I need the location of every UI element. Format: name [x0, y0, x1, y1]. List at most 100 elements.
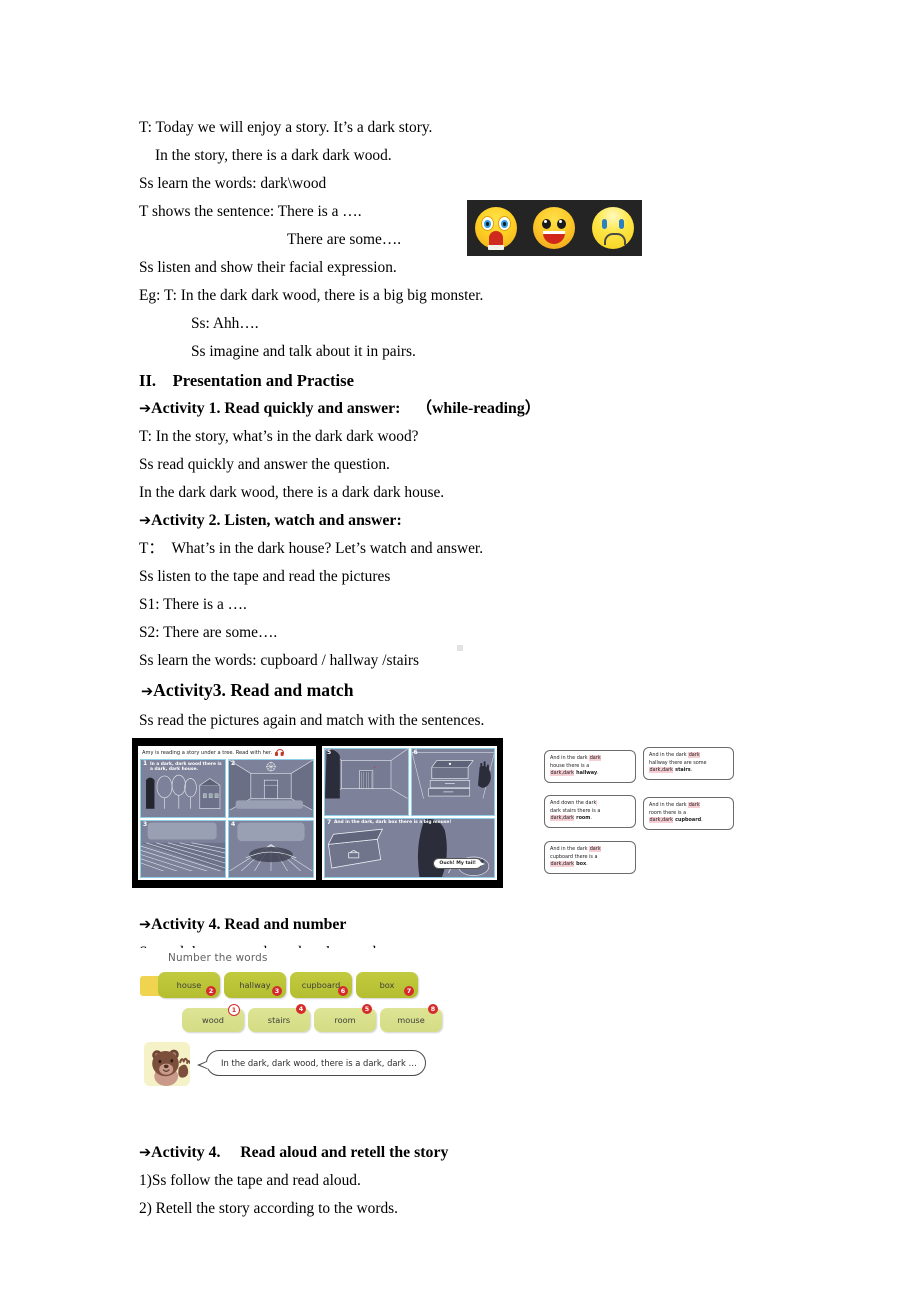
word-chip-label: house [176, 980, 202, 990]
highlight-word: dark,dark [550, 861, 575, 868]
word-chip-number: 5 [362, 1004, 372, 1014]
panel-art [229, 820, 313, 871]
highlight-word [596, 800, 598, 806]
eye-left [542, 219, 552, 229]
word-chip: box 7 [356, 972, 418, 998]
text-line: Ss imagine and talk about it in pairs. [191, 343, 416, 360]
activity-2-title: Activity 2. Listen, watch and answer: [151, 512, 402, 529]
text-line: Ss listen to the tape and read the pictu… [139, 568, 391, 585]
card-text-part: dark stairs there is a [550, 807, 601, 814]
word-chip-number: 7 [404, 986, 414, 996]
card-text-part: And in the dark [550, 846, 590, 852]
sentence-card-2: And in the dark dark hallway there are s… [643, 747, 734, 780]
bear-icon [152, 1049, 190, 1086]
word-chip-label: hallway [239, 980, 271, 990]
text-line: Ss learn the words: cupboard / hallway /… [139, 652, 419, 669]
card-text-part: . [701, 817, 703, 824]
comic-panel-2: 2 [228, 759, 314, 818]
number-the-words-image: Number the words house 2 hallway 3 cupboar… [140, 948, 442, 1091]
section-heading: II. Presentation and Practise [139, 371, 354, 390]
eye-right [498, 216, 512, 231]
card-text-part: room there is a [649, 809, 687, 816]
text-line: T: In the story, what’s in the dark dark… [139, 428, 419, 445]
eye-left [601, 219, 607, 229]
comic-right-page: 5 6 7 And in the dark, dark box there is… [322, 746, 497, 880]
sentence-card-1: And in the dark dark house there is a da… [544, 750, 636, 783]
panel-number: 4 [231, 820, 236, 828]
text-line: In the story, there is a dark dark wood. [155, 147, 392, 164]
highlight-word: dark,dark [649, 817, 674, 824]
screaming-face-icon [475, 207, 518, 250]
panel-art [229, 760, 313, 811]
word-chip: mouse 8 [380, 1004, 442, 1032]
comic-panel-3: 3 [140, 819, 226, 878]
highlight-word: dark,dark [649, 767, 674, 774]
sentence-card-3: And down the dark dark stairs there is a… [544, 795, 636, 828]
word-chip-label: stairs [267, 1015, 291, 1025]
card-keyword: cupboard [673, 817, 702, 824]
sentence-card-5: And in the dark dark cupboard there is a… [544, 841, 636, 874]
word-chip-label: mouse [397, 1015, 425, 1025]
word-chip: house 2 [158, 972, 220, 998]
card-text-part: And down the dark [550, 800, 597, 806]
word-chip-number: 3 [272, 986, 282, 996]
bear-speech-area: In the dark, dark wood, there is a dark,… [144, 1040, 434, 1088]
word-chip-label: box [379, 980, 395, 990]
panel-number: 2 [231, 760, 236, 767]
activity-4b-heading: ➔Activity 4. Read aloud and retell the s… [139, 1139, 759, 1167]
document-page: T: Today we will enjoy a story. It’s a d… [0, 0, 920, 1302]
comic-panel-4: 4 [228, 819, 314, 878]
card-text-part: cupboard there is a [550, 853, 598, 860]
comic-left-page: Amy is reading a story under a tree. Rea… [138, 746, 316, 880]
highlight-word: dark,dark [550, 770, 575, 777]
panel-number: 3 [143, 820, 148, 828]
word-chip-number: 2 [206, 986, 216, 996]
word-chip-number: 4 [296, 1004, 306, 1014]
text-line: Ss read the pictures again and match wit… [139, 712, 485, 729]
faint-artifact [457, 645, 463, 651]
arrow-icon: ➔ [139, 917, 152, 933]
card-text-part: . [590, 815, 592, 822]
text-line: 1)Ss follow the tape and read aloud. [139, 1172, 361, 1189]
panel-art [141, 820, 225, 871]
word-chip: hallway 3 [224, 972, 286, 998]
card-text-part: And in the dark [649, 752, 689, 758]
word-chip-row-1: house 2 hallway 3 cupboard 6 box 7 [158, 972, 418, 998]
mouth [488, 231, 505, 250]
bear-speech-bubble: In the dark, dark wood, there is a dark,… [197, 1050, 426, 1076]
word-chip: cupboard 6 [290, 972, 352, 998]
card-text-part: . [586, 861, 588, 868]
word-chip-number: 6 [338, 986, 348, 996]
card-text-part: . [597, 770, 599, 777]
activity-3-heading: ➔Activity3. Read and match [139, 675, 759, 707]
word-chip-number: 8 [428, 1004, 438, 1014]
activity-4a-heading: ➔Activity 4. Read and number [139, 911, 759, 939]
sentence-card-4: And in the dark dark room there is a dar… [643, 797, 734, 830]
bear-speech-text: In the dark, dark wood, there is a dark,… [221, 1058, 417, 1068]
eye-right [618, 219, 624, 229]
activity-2-heading: ➔Activity 2. Listen, watch and answer: [139, 507, 759, 535]
panel-art [411, 749, 494, 799]
mouth [603, 233, 626, 245]
story-comic-image: Amy is reading a story under a tree. Rea… [132, 738, 503, 888]
activity-4b-title: Activity 4. Read aloud and retell the st… [151, 1144, 449, 1161]
highlight-word: dark [589, 846, 602, 852]
text-line: Ss: Ahh…. [191, 315, 259, 332]
text-line: Ss learn the words: dark\wood [139, 175, 327, 192]
mouth [543, 231, 566, 244]
card-text-part: And in the dark [649, 802, 689, 808]
number-the-words-title: Number the words [168, 952, 268, 964]
highlight-word: dark [589, 755, 602, 761]
card-keyword: hallway [574, 770, 598, 777]
card-text-part: And in the dark [550, 755, 590, 761]
text-line: S2: There are some…. [139, 624, 278, 641]
text-line: Ss read quickly and answer the question. [139, 456, 390, 473]
panel-caption: And in the dark, dark box there is a big… [334, 820, 452, 826]
comic-panel-6: 6 [410, 748, 495, 816]
arrow-icon: ➔ [139, 401, 152, 417]
text-line: In the dark dark wood, there is a dark d… [139, 484, 445, 501]
word-chip: wood 1 [182, 1004, 244, 1032]
panel-number: 6 [413, 749, 418, 756]
card-keyword: stairs [673, 767, 691, 774]
panel-art [325, 749, 408, 799]
